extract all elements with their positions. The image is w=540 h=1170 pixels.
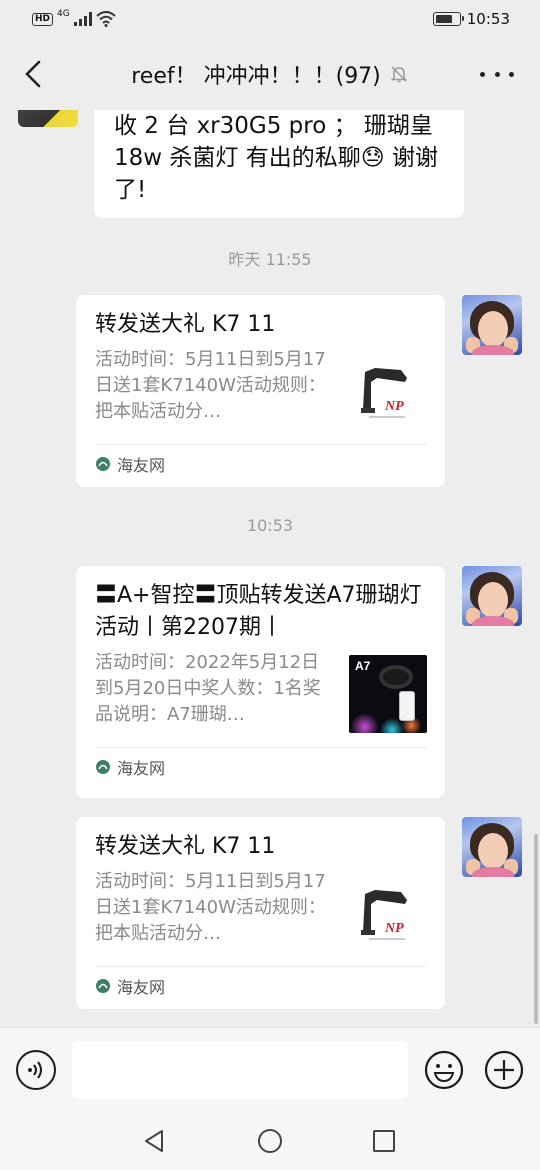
link-card[interactable]: 转发送大礼 K7 11 活动时间：5月11日到5月17日送1套K7140W活动规… [76, 817, 445, 1009]
coral-glow [349, 703, 427, 733]
plus-icon[interactable] [484, 1050, 524, 1090]
svg-text:NP: NP [384, 921, 404, 936]
card-footer: 海友网 [95, 444, 427, 482]
nav-back-icon[interactable] [142, 1128, 168, 1154]
card-description: 活动时间：2022年5月12日到5月20日中奖人数：1名奖品说明：A7珊瑚… [95, 652, 321, 725]
emoji-icon[interactable] [424, 1050, 464, 1090]
input-bar [0, 1027, 540, 1112]
chat-area[interactable]: 收 2 台 xr30G5 pro ； 珊瑚皇18w 杀菌灯 有出的私聊😓 谢谢了… [0, 110, 540, 1027]
avatar[interactable] [462, 566, 522, 626]
status-bar: HD 4G 10:53 [0, 0, 540, 38]
svg-text:NP: NP [384, 399, 404, 414]
chat-header: reef！ 冲冲冲！！！(97) [0, 38, 540, 110]
system-nav-bar [0, 1112, 540, 1170]
card-source: 海友网 [117, 758, 166, 778]
wifi-icon [96, 11, 116, 27]
link-card[interactable]: 转发送大礼 K7 11 活动时间：5月11日到5月17日送1套K7140W活动规… [76, 295, 445, 487]
card-body: 活动时间：2022年5月12日到5月20日中奖人数：1名奖品说明：A7珊瑚… A… [95, 650, 427, 733]
timestamp: 10:53 [246, 516, 294, 535]
card-title: 转发送大礼 K7 11 [95, 834, 276, 859]
nav-home-icon[interactable] [257, 1128, 283, 1154]
timestamp: 昨天 11:55 [228, 250, 312, 269]
dot-icon [509, 71, 514, 77]
nav-recents-icon[interactable] [372, 1129, 396, 1153]
card-source: 海友网 [117, 455, 166, 475]
avatar[interactable] [462, 295, 522, 355]
card-footer: 海友网 [95, 966, 427, 1004]
k7-lamp-thumbnail: NP [349, 352, 427, 430]
network-icon: 4G [57, 9, 70, 19]
card-title: 〓A+智控〓顶贴转发送A7珊瑚灯活动丨第2207期丨 [95, 583, 422, 640]
lamp-image-icon [379, 665, 413, 689]
battery-level [435, 15, 453, 23]
message-input[interactable] [72, 1041, 408, 1099]
source-logo-icon [96, 456, 110, 471]
thumb-label: A7 [355, 659, 371, 673]
dot-icon [494, 71, 500, 77]
title-wrap: reef！ 冲冲冲！！！(97) [0, 38, 540, 110]
avatar[interactable] [462, 817, 522, 877]
more-options-button[interactable] [480, 64, 514, 84]
link-card[interactable]: 〓A+智控〓顶贴转发送A7珊瑚灯活动丨第2207期丨 活动时间：2022年5月1… [76, 566, 445, 798]
status-time: 10:53 [466, 10, 510, 28]
card-description: 活动时间：5月11日到5月17日送1套K7140W活动规则：把本贴活动分… [95, 871, 326, 944]
source-logo-icon [96, 759, 110, 774]
card-body: 活动时间：5月11日到5月17日送1套K7140W活动规则：把本贴活动分… NP [95, 869, 427, 952]
source-logo-icon [96, 978, 110, 993]
k7-lamp-thumbnail: NP [349, 874, 427, 952]
dot-icon [480, 71, 485, 77]
lamp-image-icon: NP [361, 368, 407, 418]
card-description: 活动时间：5月11日到5月17日送1套K7140W活动规则：把本贴活动分… [95, 349, 326, 422]
status-left: HD 4G [32, 9, 116, 27]
hd-badge: HD [32, 12, 54, 26]
card-footer: 海友网 [95, 747, 427, 785]
avatar[interactable] [18, 110, 78, 127]
card-source: 海友网 [117, 977, 166, 997]
voice-button[interactable] [16, 1050, 56, 1090]
status-right: 10:53 [432, 10, 510, 28]
a7-lamp-thumbnail: A7 [349, 655, 427, 733]
message-bubble[interactable]: 收 2 台 xr30G5 pro ； 珊瑚皇18w 杀菌灯 有出的私聊😓 谢谢了… [94, 110, 464, 218]
scrollbar[interactable] [534, 834, 538, 1024]
chat-title: reef！ 冲冲冲！！！(97) [131, 64, 381, 89]
lamp-image-icon: NP [361, 890, 407, 940]
battery-icon [432, 12, 464, 26]
avatar-shirt [472, 867, 514, 877]
bell-off-icon [390, 66, 408, 83]
phone-image-icon [399, 691, 415, 721]
signal-icon [73, 12, 92, 26]
voice-icon [28, 1061, 42, 1079]
card-title: 转发送大礼 K7 11 [95, 312, 276, 337]
avatar-shirt [472, 345, 514, 355]
avatar-shirt [472, 616, 514, 626]
card-body: 活动时间：5月11日到5月17日送1套K7140W活动规则：把本贴活动分… NP [95, 347, 427, 430]
